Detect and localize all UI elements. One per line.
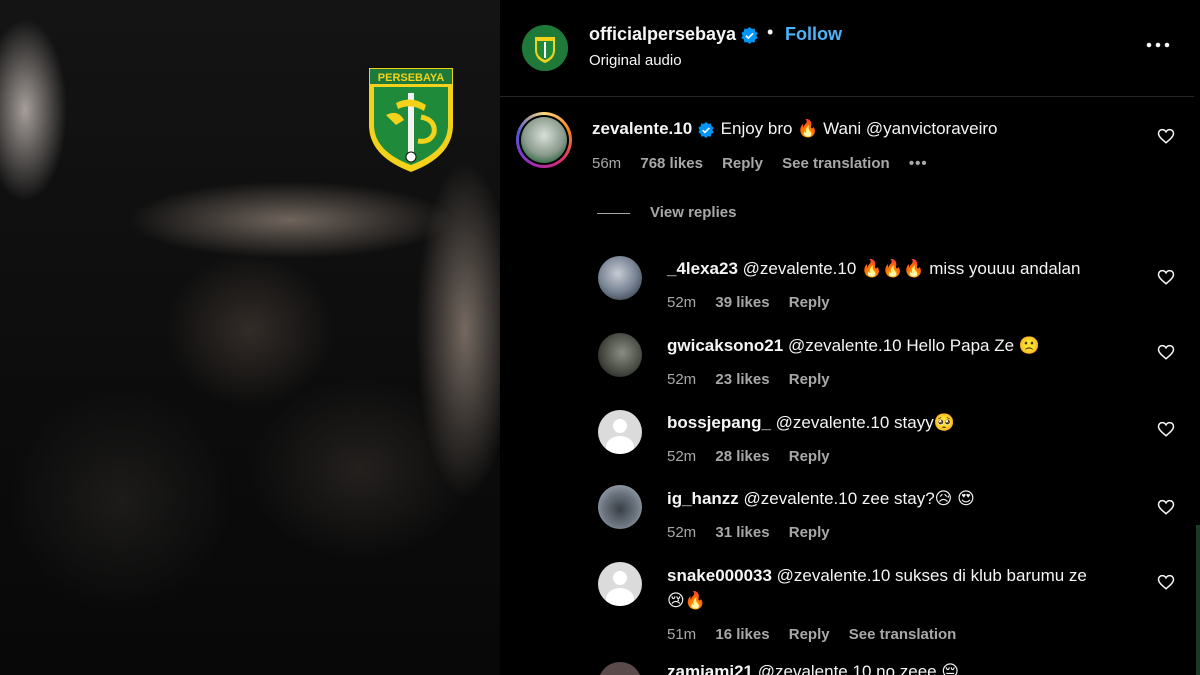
reply-button[interactable]: Reply (789, 626, 830, 643)
comment-time[interactable]: 52m (667, 524, 696, 541)
comment-text-line: zevalente.10 Enjoy bro 🔥 Wani @yanvictor… (592, 119, 998, 139)
comment-username[interactable]: zevalente.10 (592, 119, 692, 138)
heart-icon[interactable] (1157, 127, 1175, 145)
commenter-avatar[interactable] (598, 485, 642, 529)
comment-username[interactable]: bossjepang_ (667, 413, 771, 432)
comment-text: @zevalente.10 sukses di klub barumu ze (776, 566, 1087, 585)
comment-meta: 56m 768 likes Reply See translation ••• (592, 155, 943, 172)
comment-likes[interactable]: 16 likes (715, 626, 769, 643)
comment-text-line: zamiami21 @zevalente.10 no zeee 😔 (667, 662, 959, 675)
comment-text-line: ig_hanzz @zevalente.10 zee stay?😥 😍 (667, 489, 975, 509)
original-audio-link[interactable]: Original audio (589, 52, 682, 69)
reply-item: zamiami21 @zevalente.10 no zeee 😔 (500, 660, 1194, 675)
comment-text: @zevalente.10 no zeee 😔 (757, 662, 960, 675)
comment-more-icon[interactable]: ••• (909, 155, 928, 172)
comment-time[interactable]: 52m (667, 294, 696, 311)
comment-username[interactable]: ig_hanzz (667, 489, 739, 508)
commenter-avatar[interactable] (598, 256, 642, 300)
see-translation-button[interactable]: See translation (782, 155, 890, 172)
reply-button[interactable]: Reply (789, 294, 830, 311)
comment-text-line-2: 😢🔥 (667, 591, 706, 611)
reply-item: _4lexa23 @zevalente.10 🔥🔥🔥 miss youuu an… (500, 252, 1194, 317)
comment-likes[interactable]: 28 likes (715, 448, 769, 465)
comment-text: @zevalente.10 zee stay?😥 😍 (743, 489, 975, 508)
reply-item: ig_hanzz @zevalente.10 zee stay?😥 😍 52m … (500, 483, 1194, 548)
post-header: officialpersebaya • Follow Original audi… (500, 0, 1194, 97)
commenter-avatar[interactable] (598, 662, 642, 675)
comment-likes[interactable]: 768 likes (640, 155, 703, 172)
view-replies-button[interactable]: View replies (597, 204, 736, 221)
see-translation-button[interactable]: See translation (849, 626, 957, 643)
reply-button[interactable]: Reply (722, 155, 763, 172)
comment-time[interactable]: 56m (592, 155, 621, 172)
video-frame[interactable]: PERSEBAYA (0, 0, 500, 675)
heart-icon[interactable] (1157, 268, 1175, 286)
commenter-avatar[interactable] (598, 333, 642, 377)
heart-icon[interactable] (1157, 420, 1175, 438)
default-avatar[interactable] (598, 410, 642, 454)
crest-text: PERSEBAYA (378, 72, 444, 84)
comment-item: zevalente.10 Enjoy bro 🔥 Wani @yanvictor… (500, 110, 1194, 190)
reply-button[interactable]: Reply (789, 448, 830, 465)
heart-icon[interactable] (1157, 498, 1175, 516)
comment-text-line: bossjepang_ @zevalente.10 stayy🥺 (667, 413, 955, 433)
reply-item: gwicaksono21 @zevalente.10 Hello Papa Ze… (500, 329, 1194, 394)
comment-likes[interactable]: 23 likes (715, 371, 769, 388)
verified-icon (698, 121, 714, 138)
comment-username[interactable]: zamiami21 (667, 662, 753, 675)
comments-panel: officialpersebaya • Follow Original audi… (500, 0, 1200, 675)
follow-button[interactable]: Follow (785, 24, 842, 45)
owner-avatar[interactable] (522, 25, 568, 71)
comment-text: @zevalente.10 🔥🔥🔥 miss youuu andalan (742, 259, 1081, 278)
comment-text-line: _4lexa23 @zevalente.10 🔥🔥🔥 miss youuu an… (667, 259, 1080, 279)
commenter-avatar[interactable] (516, 112, 572, 168)
persebaya-crest-logo: PERSEBAYA (367, 66, 455, 175)
comment-likes[interactable]: 31 likes (715, 524, 769, 541)
comment-meta: 52m 31 likes Reply (667, 524, 845, 541)
heart-icon[interactable] (1157, 573, 1175, 591)
scrollbar[interactable] (1196, 525, 1200, 675)
reply-item: bossjepang_ @zevalente.10 stayy🥺 52m 28 … (500, 406, 1194, 471)
reply-button[interactable]: Reply (789, 524, 830, 541)
separator-dot: • (767, 22, 774, 42)
comment-time[interactable]: 52m (667, 371, 696, 388)
comment-username[interactable]: _4lexa23 (667, 259, 738, 278)
heart-icon[interactable] (1157, 343, 1175, 361)
view-replies-label: View replies (650, 204, 737, 221)
comment-username[interactable]: snake000033 (667, 566, 772, 585)
more-options-icon[interactable] (1143, 30, 1173, 60)
view-replies-line (597, 212, 630, 214)
comment-text: Enjoy bro 🔥 Wani @yanvictoraveiro (720, 119, 998, 138)
comment-text: @zevalente.10 Hello Papa Ze 🙁 (787, 336, 1040, 355)
comment-meta: 51m 16 likes Reply See translation (667, 626, 971, 643)
comment-username[interactable]: gwicaksono21 (667, 336, 783, 355)
comment-time[interactable]: 52m (667, 448, 696, 465)
comment-meta: 52m 23 likes Reply (667, 371, 845, 388)
comment-meta: 52m 39 likes Reply (667, 294, 845, 311)
comment-likes[interactable]: 39 likes (715, 294, 769, 311)
comment-text-line: gwicaksono21 @zevalente.10 Hello Papa Ze… (667, 336, 1040, 356)
default-avatar[interactable] (598, 562, 642, 606)
comment-text-continued: 😢🔥 (667, 591, 706, 610)
comment-meta: 52m 28 likes Reply (667, 448, 845, 465)
comment-text-line: snake000033 @zevalente.10 sukses di klub… (667, 566, 1087, 586)
comment-time[interactable]: 51m (667, 626, 696, 643)
reply-item: snake000033 @zevalente.10 sukses di klub… (500, 560, 1194, 650)
reply-button[interactable]: Reply (789, 371, 830, 388)
owner-username[interactable]: officialpersebaya (589, 24, 736, 44)
comment-text: @zevalente.10 stayy🥺 (775, 413, 955, 432)
owner-username-row[interactable]: officialpersebaya (589, 24, 758, 45)
verified-icon (741, 26, 758, 44)
